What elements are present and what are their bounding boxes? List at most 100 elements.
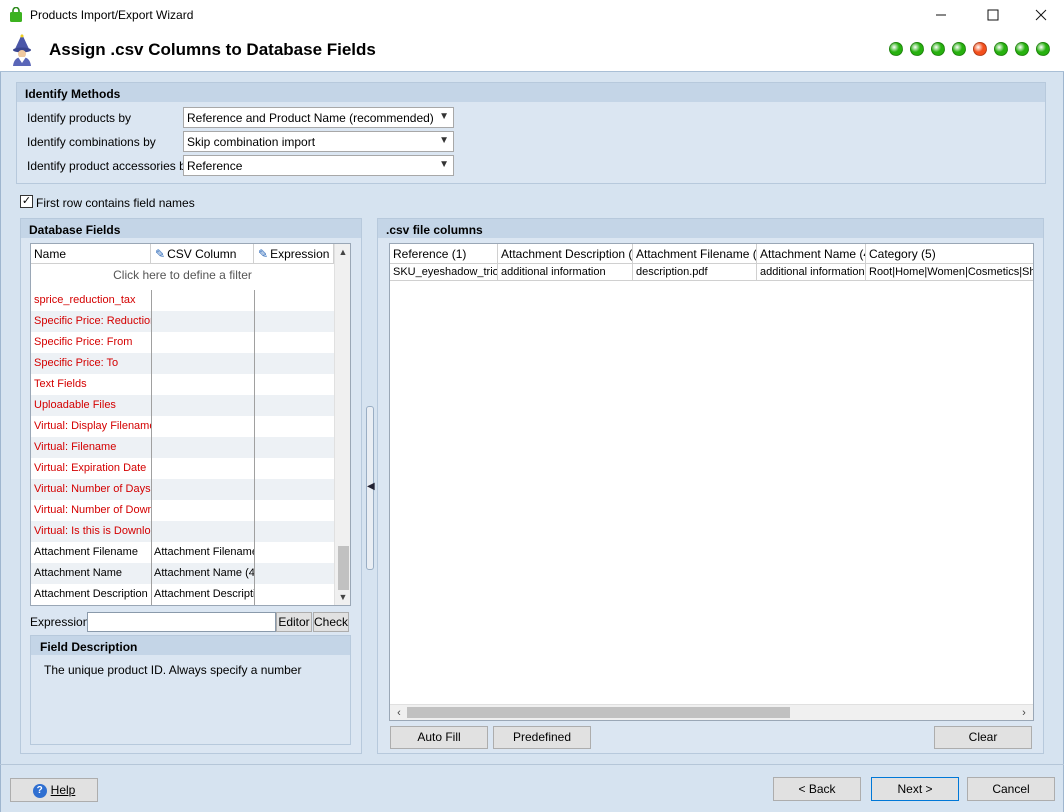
db-field-expression[interactable] [254, 416, 334, 437]
db-field-row[interactable]: Specific Price: To [31, 353, 334, 374]
db-field-csv-column[interactable] [151, 458, 254, 479]
identify-products-label: Identify products by [27, 111, 132, 125]
db-field-row[interactable]: Virtual: Number of Downloads [31, 500, 334, 521]
db-field-csv-column[interactable]: Attachment Description (2) [151, 584, 254, 605]
csv-cell[interactable]: SKU_eyeshadow_trio [390, 264, 498, 281]
scroll-left-arrow-icon[interactable]: ‹ [392, 707, 406, 719]
db-field-row[interactable]: Attachment Filename Attachment Filename (… [31, 542, 334, 563]
csv-cell[interactable]: additional information [757, 264, 866, 281]
db-field-expression[interactable] [254, 437, 334, 458]
db-field-expression[interactable] [254, 353, 334, 374]
identify-products-select[interactable]: Reference and Product Name (recommended)… [183, 107, 454, 128]
csv-cell[interactable]: description.pdf [633, 264, 757, 281]
filter-row[interactable]: Click here to define a filter [31, 264, 334, 290]
db-field-expression[interactable] [254, 479, 334, 500]
predefined-button[interactable]: Predefined [493, 726, 591, 749]
csv-scroll-thumb[interactable] [407, 707, 790, 718]
panel-splitter[interactable]: ◀ [366, 406, 375, 570]
db-field-expression[interactable] [254, 521, 334, 542]
next-button[interactable]: Next > [871, 777, 959, 801]
db-column-name[interactable]: Name [31, 244, 151, 264]
db-field-csv-column[interactable] [151, 416, 254, 437]
csv-column-header[interactable]: Reference (1) [390, 244, 498, 264]
db-field-csv-column[interactable] [151, 500, 254, 521]
db-field-row[interactable]: Virtual: Display Filename [31, 416, 334, 437]
wizard-icon [8, 33, 36, 67]
csv-column-header[interactable]: Attachment Filename (3) [633, 244, 757, 264]
db-field-expression[interactable] [254, 311, 334, 332]
check-button[interactable]: Check [313, 612, 349, 632]
auto-fill-button[interactable]: Auto Fill [390, 726, 488, 749]
db-field-row[interactable]: Virtual: Is this is Download [31, 521, 334, 542]
db-field-name: Virtual: Expiration Date [34, 462, 147, 474]
csv-cell[interactable]: additional information [498, 264, 633, 281]
db-field-csv-column[interactable] [151, 437, 254, 458]
db-column-csv[interactable]: ✎ CSV Column [151, 244, 254, 264]
db-field-csv-column[interactable] [151, 332, 254, 353]
db-field-row[interactable]: Specific Price: Reduction [31, 311, 334, 332]
column-divider [151, 290, 152, 605]
db-field-csv-column[interactable]: Attachment Name (4) [151, 563, 254, 584]
db-column-expression[interactable]: ✎ Expression [254, 244, 334, 264]
db-field-csv-column[interactable] [151, 521, 254, 542]
db-field-row[interactable]: Attachment Description Attachment Descrip… [31, 584, 334, 605]
step-dot [910, 42, 924, 56]
db-field-expression[interactable] [254, 332, 334, 353]
csv-column-header[interactable]: Attachment Description (2) [498, 244, 633, 264]
maximize-button[interactable] [970, 0, 1016, 30]
db-field-expression[interactable] [254, 395, 334, 416]
collapse-arrow-icon[interactable]: ◀ [367, 481, 375, 492]
db-field-expression[interactable] [254, 374, 334, 395]
scroll-right-arrow-icon[interactable]: › [1017, 707, 1031, 719]
csv-column-header[interactable]: Category (5) [866, 244, 1033, 264]
db-field-row[interactable]: Specific Price: From [31, 332, 334, 353]
identify-accessories-select[interactable]: Reference ▼ [183, 155, 454, 176]
identify-methods-title: Identify Methods [17, 83, 1045, 102]
db-field-expression[interactable] [254, 500, 334, 521]
identify-combinations-label: Identify combinations by [27, 135, 156, 149]
csv-columns-grid[interactable]: Reference (1) Attachment Description (2) A… [389, 243, 1034, 721]
db-field-expression[interactable] [254, 563, 334, 584]
scroll-down-arrow-icon[interactable]: ▼ [335, 592, 350, 602]
db-field-csv-column[interactable]: Attachment Filename (3) [151, 542, 254, 563]
db-field-expression[interactable] [254, 542, 334, 563]
back-button[interactable]: < Back [773, 777, 861, 801]
csv-cell[interactable]: Root|Home|Women|Cosmetics|Sha [866, 264, 1033, 281]
db-vertical-scrollbar[interactable]: ▲ ▼ [334, 244, 350, 605]
db-scroll-thumb[interactable] [338, 546, 349, 590]
db-field-expression[interactable] [254, 458, 334, 479]
db-field-expression[interactable] [254, 584, 334, 605]
identify-combinations-select[interactable]: Skip combination import ▼ [183, 131, 454, 152]
expression-input[interactable] [87, 612, 276, 632]
db-field-row[interactable]: Virtual: Expiration Date [31, 458, 334, 479]
db-field-name: Specific Price: To [34, 357, 119, 369]
db-field-row[interactable]: sprice_reduction_tax [31, 290, 334, 311]
db-field-csv-column[interactable] [151, 395, 254, 416]
scroll-up-arrow-icon[interactable]: ▲ [335, 247, 350, 257]
csv-column-header[interactable]: Attachment Name (4) [757, 244, 866, 264]
close-button[interactable] [1018, 0, 1064, 30]
minimize-button[interactable] [918, 0, 964, 30]
first-row-checkbox[interactable]: ✓ [20, 195, 33, 208]
db-field-expression[interactable] [254, 290, 334, 311]
help-button[interactable]: ? Help [10, 778, 98, 802]
database-fields-grid[interactable]: Name ✎ CSV Column ✎ Expression Click here … [30, 243, 351, 606]
editor-button[interactable]: Editor [276, 612, 312, 632]
db-field-row[interactable]: Virtual: Filename [31, 437, 334, 458]
csv-horizontal-scrollbar[interactable]: ‹ › [390, 704, 1033, 720]
db-field-csv-column[interactable] [151, 374, 254, 395]
clear-button[interactable]: Clear [934, 726, 1032, 749]
chevron-down-icon: ▼ [439, 111, 449, 122]
csv-data-rows: SKU_eyeshadow_trio additional information… [390, 264, 1033, 281]
db-field-row[interactable]: Attachment Name Attachment Name (4) [31, 563, 334, 584]
db-field-csv-column[interactable] [151, 311, 254, 332]
db-field-row[interactable]: Virtual: Number of Days [31, 479, 334, 500]
cancel-button[interactable]: Cancel [967, 777, 1055, 801]
db-field-csv-column[interactable] [151, 290, 254, 311]
db-field-csv-column[interactable] [151, 353, 254, 374]
db-field-name: Virtual: Display Filename [34, 420, 151, 432]
chevron-down-icon: ▼ [439, 159, 449, 170]
db-field-row[interactable]: Text Fields [31, 374, 334, 395]
db-field-csv-column[interactable] [151, 479, 254, 500]
db-field-row[interactable]: Uploadable Files [31, 395, 334, 416]
